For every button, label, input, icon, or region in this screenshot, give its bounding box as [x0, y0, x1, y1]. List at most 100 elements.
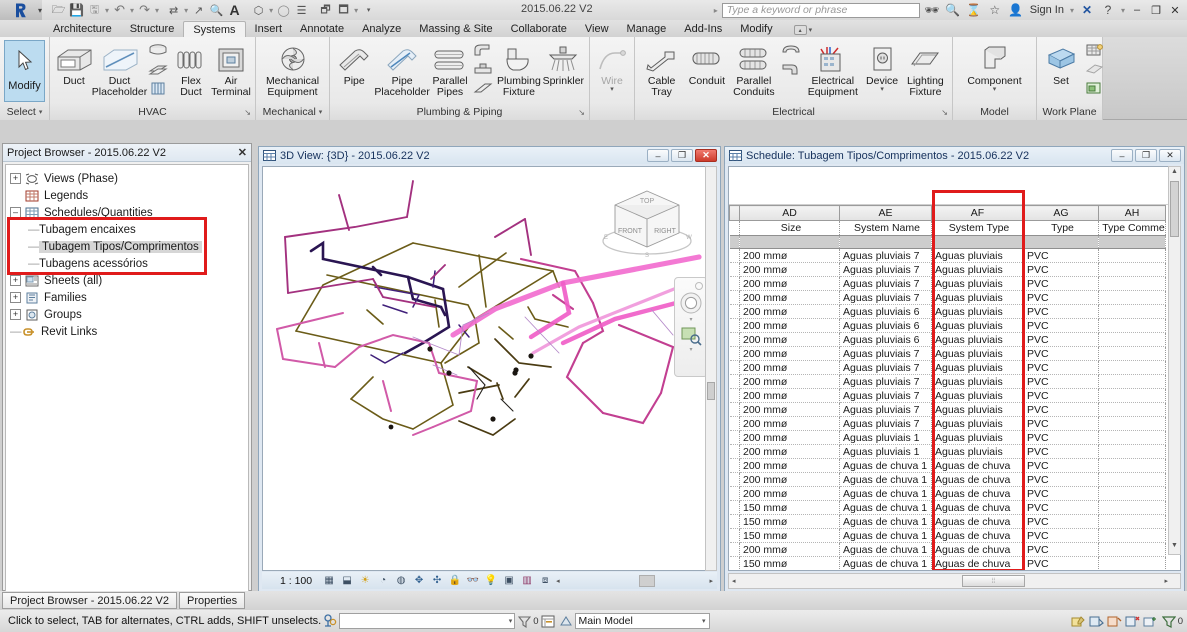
table-row[interactable]: 200 mmø Aguas pluviais 7 Aguas pluviais PVC [729, 276, 1166, 291]
rendering-dialog-icon[interactable]: ◍ [394, 574, 408, 587]
schedule-column-header[interactable]: Type [1023, 220, 1099, 236]
table-cell[interactable] [1098, 430, 1166, 445]
open-icon[interactable]: 🗁 [50, 2, 67, 19]
view-3d-close-button[interactable]: ✕ [695, 149, 717, 162]
table-row[interactable]: 150 mmø Aguas de chuva 1 Aguas de chuva PVC [729, 500, 1166, 515]
select-links-icon[interactable] [1124, 613, 1142, 629]
schedule-scroll-thumb[interactable] [1170, 181, 1179, 237]
table-cell[interactable] [1098, 556, 1166, 570]
ref-plane-icon[interactable] [1081, 79, 1107, 97]
table-cell[interactable]: Aguas pluviais 6 [839, 332, 932, 347]
view-3d-minimize-button[interactable]: – [647, 149, 669, 162]
table-cell[interactable]: 200 mmø [739, 304, 840, 319]
schedule-restore-button[interactable]: ❐ [1135, 149, 1157, 162]
user-account-icon[interactable]: 👤 [1007, 2, 1025, 18]
table-cell[interactable] [1098, 290, 1166, 305]
zoom-caret-icon[interactable]: ▾ [689, 346, 692, 353]
aligned-dimension-icon[interactable]: ↗ [190, 2, 207, 19]
flex-pipe-icon[interactable] [470, 79, 496, 97]
crop-view-icon[interactable]: ✥ [412, 574, 426, 587]
plumbing-fixture-button[interactable]: Plumbing Fixture [496, 39, 541, 98]
qat-overflow-icon[interactable]: ▾ [360, 2, 377, 19]
table-cell[interactable]: Aguas de chuva [931, 486, 1024, 501]
press-pick-icon[interactable] [321, 613, 339, 629]
status-combo[interactable]: ▾ [339, 613, 516, 629]
filter-icon[interactable] [1160, 613, 1178, 629]
table-row[interactable]: 200 mmøAguas de chuva 1Aguas de chuvaPVC [729, 458, 1166, 473]
table-cell[interactable]: Aguas de chuva 1 [839, 472, 932, 487]
table-row[interactable]: 150 mmø Aguas de chuva 1 Aguas de chuva PVC [729, 514, 1166, 529]
table-cell[interactable]: Aguas de chuva 1 [839, 514, 932, 529]
table-row[interactable]: 200 mmø Aguas pluviais 7 Aguas pluviais PVC [729, 374, 1166, 389]
table-row[interactable]: 200 mmø Aguas pluviais 7 Aguas pluviais PVC [729, 248, 1166, 263]
table-cell[interactable]: Aguas pluviais [931, 318, 1024, 333]
bottom-tab-properties[interactable]: Properties [178, 592, 246, 609]
table-cell[interactable]: 200 mmø [739, 346, 840, 361]
tab-annotate[interactable]: Annotate [291, 21, 353, 37]
show-work-plane-icon[interactable] [1081, 41, 1107, 59]
schedule-column-header[interactable]: System Type [931, 220, 1024, 236]
table-cell[interactable]: PVC [1023, 486, 1099, 501]
temp-view-properties-icon[interactable]: ▣ [502, 574, 516, 587]
table-cell[interactable] [1098, 542, 1166, 557]
expander-icon[interactable]: + [10, 309, 21, 320]
table-cell[interactable]: PVC [1023, 556, 1099, 570]
table-row[interactable]: 200 mmøAguas de chuva 1Aguas de chuvaPVC [730, 571, 1166, 572]
tree-node-views-phase[interactable]: + Views (Phase) [10, 170, 248, 187]
table-cell[interactable]: Aguas pluviais 7 [839, 290, 932, 305]
table-cell[interactable] [1098, 276, 1166, 291]
exclude-options-icon[interactable] [1088, 613, 1106, 629]
constraints-icon[interactable]: ⧈ [538, 574, 552, 587]
chevron-down-icon[interactable]: ▾ [509, 617, 513, 625]
table-cell[interactable] [1098, 528, 1166, 543]
table-cell[interactable]: PVC [1023, 416, 1099, 431]
table-row[interactable]: 200 mmø Aguas pluviais 7 Aguas pluviais PVC [729, 346, 1166, 361]
sign-in-caret-icon[interactable]: ▾ [1069, 6, 1075, 15]
design-options-icon[interactable] [557, 613, 575, 629]
temporary-hide-isolate-icon[interactable]: 👓 [466, 574, 480, 587]
table-cell[interactable]: PVC [1023, 276, 1099, 291]
table-cell[interactable] [1098, 486, 1166, 501]
design-option-selector[interactable]: Main Model ▾ [574, 613, 710, 629]
table-cell[interactable]: 200 mmø [739, 486, 840, 501]
table-row[interactable]: 200 mmø Aguas pluviais 6 Aguas pluviais PVC [729, 304, 1166, 319]
table-cell[interactable]: Aguas pluviais 1 [839, 444, 932, 459]
editable-only-icon[interactable] [1070, 613, 1088, 629]
pipe-button[interactable]: Pipe [334, 39, 374, 87]
search-input[interactable]: Type a keyword or phrase [721, 2, 920, 18]
table-cell[interactable]: Aguas pluviais 7 [839, 402, 932, 417]
tree-node-tubagem-encaixes[interactable]: — Tubagem encaixes [10, 221, 248, 238]
exclude-pinned-icon[interactable] [1106, 613, 1124, 629]
help-caret-icon[interactable]: ▾ [1120, 6, 1126, 15]
close-button[interactable]: ✕ [1167, 2, 1183, 18]
table-cell[interactable]: 150 mmø [739, 500, 840, 515]
table-cell[interactable]: PVC [1023, 472, 1099, 487]
text-icon[interactable]: A [226, 2, 243, 19]
tab-massing-site[interactable]: Massing & Site [410, 21, 501, 37]
scroll-down-icon[interactable]: ▼ [1170, 542, 1179, 553]
scroll-up-icon[interactable]: ▲ [1170, 168, 1179, 179]
table-cell[interactable]: 200 mmø [739, 458, 840, 473]
table-cell[interactable]: PVC [1023, 388, 1099, 403]
table-cell[interactable]: 200 mmø [739, 262, 840, 277]
table-cell[interactable] [1098, 332, 1166, 347]
favorites-star-icon[interactable]: ☆ [986, 2, 1004, 18]
table-cell[interactable]: Aguas pluviais 1 [839, 430, 932, 445]
nav-bar-menu-icon[interactable] [695, 282, 703, 290]
mechanical-panel-caret-icon[interactable]: ▾ [319, 108, 323, 116]
table-cell[interactable]: Aguas de chuva 1 [839, 458, 932, 473]
table-cell[interactable]: PVC [1023, 262, 1099, 277]
modify-button[interactable]: Modify [4, 40, 45, 102]
table-row[interactable]: 200 mmøAguas de chuva 1Aguas de chuvaPVC [729, 472, 1166, 487]
visual-style-icon[interactable]: ⬓ [340, 574, 354, 587]
table-cell[interactable]: PVC [1023, 374, 1099, 389]
table-cell[interactable] [1098, 374, 1166, 389]
view-control-resize-grip[interactable] [639, 574, 656, 587]
column-letter-header[interactable]: AG [1023, 205, 1099, 221]
table-cell[interactable]: Aguas pluviais 7 [839, 388, 932, 403]
redo-icon[interactable]: ↷ [136, 2, 153, 19]
electrical-dialog-launcher-icon[interactable]: ↘ [941, 108, 948, 117]
pipe-placeholder-button[interactable]: Pipe Placeholder [374, 39, 430, 98]
table-cell[interactable]: 200 mmø [739, 374, 840, 389]
tree-node-tubagens-acessorios[interactable]: — Tubagens acessórios [10, 255, 248, 272]
